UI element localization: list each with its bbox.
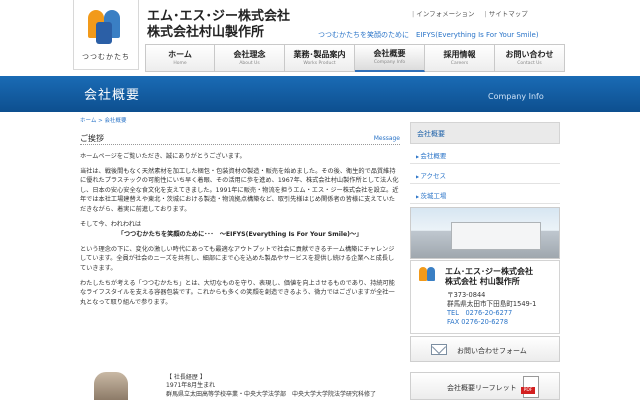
section-heading: ご挨拶 Message <box>80 131 400 145</box>
side-menu-head: 会社概要 <box>410 122 560 144</box>
factory-photo <box>410 207 560 259</box>
paragraph: 当社は、戦後間もなく天然素材を加工した梱包・包装資材の製造・販売を始めました。そ… <box>80 167 399 213</box>
side-menu: 会社概要 会社概要 アクセス 茨城工場 <box>410 122 560 204</box>
greeting-text: ホームページをご覧いただき、誠にありがとうございます。 当社は、戦後間もなく天然… <box>80 152 400 312</box>
company-name-line-1: エム･エス･ジー株式会社 <box>147 9 291 24</box>
small-logo-icon <box>419 267 435 283</box>
top-links: インフォメーション サイトマップ <box>412 8 528 18</box>
top-link-sitemap[interactable]: サイトマップ <box>484 8 528 18</box>
postal-code: 〒373-0844 <box>447 291 486 299</box>
nav-sublabel: Careers <box>450 60 469 66</box>
address-name-2: 株式会社 村山製作所 <box>445 277 520 286</box>
page-title: 会社概要 <box>84 88 141 103</box>
top-link-information[interactable]: インフォメーション <box>412 8 474 18</box>
nav-sublabel: About Us <box>239 60 260 66</box>
street-address: 群馬県太田市下田島町1549-1 <box>447 300 537 308</box>
nav-contact[interactable]: お問い合わせ Contact Us <box>495 44 565 72</box>
slogan: つつむかたちを笑顔のために EIFYS(Everything Is For Yo… <box>318 31 539 39</box>
paragraph: そして今、われわれは <box>80 220 142 228</box>
nav-company-info[interactable]: 会社概要 Company Info <box>355 44 425 72</box>
pdf-tag: PDF <box>521 387 535 394</box>
president-profile: 【 社長経歴 】 1971年8月生まれ 群馬県立太田高等学校卒業・中央大学法学部… <box>166 374 376 399</box>
pdf-icon: PDF <box>521 376 539 398</box>
paragraph: わたしたちが考える「つつむかたち」とは、大切なものを守り、表現し、価値を向上させ… <box>80 279 395 306</box>
nav-label: ホーム <box>168 49 192 59</box>
contact-form-label: お問い合わせフォーム <box>457 347 527 355</box>
nav-label: 採用情報 <box>443 49 476 59</box>
nav-sublabel: Company Info <box>373 60 406 65</box>
nav-about[interactable]: 会社理念 About Us <box>215 44 285 72</box>
leaflet-button[interactable]: 会社概要リーフレット PDF <box>410 372 560 400</box>
address-company-name: エム･エス･ジー株式会社 株式会社 村山製作所 <box>445 267 533 287</box>
nav-label: 会社理念 <box>233 49 266 59</box>
site-logo[interactable]: つつむかたち <box>73 0 139 70</box>
logo-mark-icon <box>84 8 128 48</box>
logo-caption: つつむかたち <box>82 52 130 61</box>
president-photo <box>94 372 128 400</box>
nav-careers[interactable]: 採用情報 Careers <box>425 44 495 72</box>
contact-form-button[interactable]: お問い合わせフォーム <box>410 336 560 362</box>
side-item-access[interactable]: アクセス <box>410 164 560 184</box>
fax-number: FAX 0276-20-6278 <box>447 318 509 326</box>
page-banner: 会社概要 Company Info <box>0 76 640 112</box>
page-title-en: Company Info <box>488 92 544 101</box>
nav-sublabel: Contact Us <box>517 60 542 66</box>
main-nav: ホーム Home 会社理念 About Us 業務･製品案内 Works Pro… <box>145 44 565 72</box>
leaflet-label: 会社概要リーフレット <box>447 384 517 392</box>
breadcrumb[interactable]: ホーム > 会社概要 <box>80 116 126 124</box>
nav-works[interactable]: 業務･製品案内 Works Product <box>285 44 355 72</box>
address-lines: 〒373-0844 群馬県太田市下田島町1549-1 TEL 0276-20-6… <box>447 291 536 327</box>
section-title-en: Message <box>373 135 400 142</box>
phone-number[interactable]: TEL 0276-20-6277 <box>447 309 536 318</box>
site-header: つつむかたち エム･エス･ジー株式会社 株式会社村山製作所 インフォメーション … <box>0 0 640 76</box>
address-block: エム･エス･ジー株式会社 株式会社 村山製作所 〒373-0844 群馬県太田市… <box>410 260 560 334</box>
nav-sublabel: Works Product <box>303 60 336 66</box>
profile-line: 1971年8月生まれ <box>166 382 216 390</box>
address-name-1: エム･エス･ジー株式会社 <box>445 267 533 276</box>
paragraph: という理念の下に、変化の激しい時代にあっても最適なアウトプットで社会に貢献できる… <box>80 245 395 272</box>
section-title: ご挨拶 <box>80 134 104 143</box>
paragraph: ホームページをご覧いただき、誠にありがとうございます。 <box>80 153 246 160</box>
side-item-ibaraki-factory[interactable]: 茨城工場 <box>410 184 560 204</box>
company-name-line-2: 株式会社村山製作所 <box>147 25 265 40</box>
company-name: エム･エス･ジー株式会社 株式会社村山製作所 <box>147 9 290 41</box>
slogan-quote: 「つつむかたちを笑顔のために･･･ ～EIFYS(Everything Is F… <box>117 231 363 239</box>
nav-label: お問い合わせ <box>505 49 554 59</box>
nav-sublabel: Home <box>173 60 187 66</box>
profile-line: 群馬県立太田高等学校卒業・中央大学法学部 中央大学大学院法学研究科修了 <box>166 390 377 398</box>
nav-label: 業務･製品案内 <box>293 49 346 59</box>
nav-home[interactable]: ホーム Home <box>145 44 215 72</box>
side-item-company[interactable]: 会社概要 <box>410 144 560 164</box>
nav-label: 会社概要 <box>373 49 406 58</box>
mail-icon <box>431 344 447 355</box>
